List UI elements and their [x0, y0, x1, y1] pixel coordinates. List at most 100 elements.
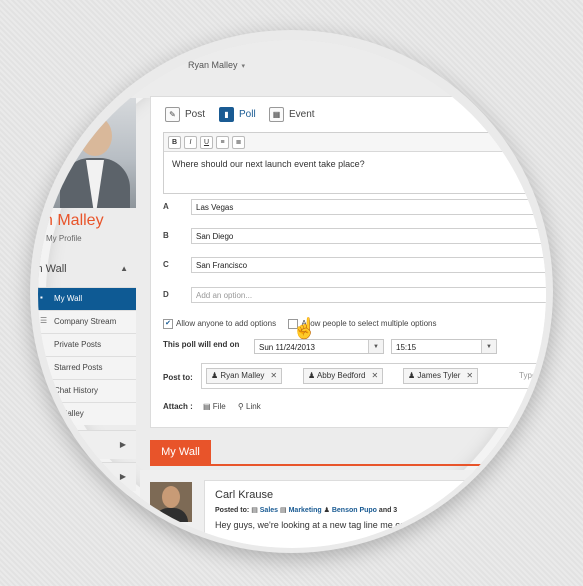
bullet-list-button[interactable]: ≡ [216, 136, 229, 149]
attach-link-label: Link [246, 402, 261, 411]
avatar[interactable] [150, 482, 192, 522]
remove-icon[interactable]: ✕ [466, 371, 473, 380]
more-targets[interactable]: and 3 [379, 507, 397, 514]
remove-icon[interactable]: ✕ [371, 371, 378, 380]
chevron-right-icon: ▶ [119, 472, 126, 481]
magnifier-lens: Ryan Malley▾ n Malley My Profile in Wall… [38, 40, 546, 548]
sidebar-collapsed-section[interactable]: ▶ [38, 462, 136, 491]
folder-icon: ▤ [251, 507, 258, 514]
poll-question-editor[interactable]: B I U ≡ ≣ Where should our next launch e… [163, 132, 546, 194]
sidebar-item-company-stream[interactable]: ☰ Company Stream [38, 310, 136, 333]
attach-file-button[interactable]: ▤ File [203, 402, 226, 411]
bar-chart-icon: ▮ [219, 107, 234, 122]
sidebar-nav: ▪ My Wall ☰ Company Stream Private Posts… [38, 287, 136, 425]
my-wall-tab[interactable]: My Wall [150, 440, 211, 464]
recipient-name: Ryan Malley [220, 371, 265, 380]
post-body: Hey guys, we're looking at a new tag lin… [215, 520, 456, 530]
recipient-chip: ♟ James Tyler ✕ [403, 368, 479, 384]
calendar-icon: ▦ [269, 107, 284, 122]
allow-multiple-label: Allow people to select multiple options [301, 319, 437, 329]
option-a-input[interactable]: Las Vegas [191, 199, 546, 215]
hand-cursor-icon: ☝ [292, 318, 317, 340]
option-d-input[interactable]: Add an option... [191, 287, 546, 303]
profile-name: n Malley [44, 212, 104, 229]
top-bar [38, 40, 546, 98]
sidebar-item-my-wall[interactable]: ▪ My Wall [38, 287, 136, 310]
recipient-name: James Tyler [417, 371, 461, 380]
sidebar-item-label: Private Posts [54, 340, 102, 349]
option-letter: C [163, 260, 169, 269]
folder-icon: ▤ [280, 507, 287, 514]
post-meta: Posted to: ▤ Sales ▤ Marketing ♟ Benson … [215, 506, 397, 514]
user-menu[interactable]: Ryan Malley ▾ [188, 60, 245, 70]
user-icon: ♟ [323, 507, 330, 514]
end-time-value: 15:15 [396, 343, 417, 352]
target-link[interactable]: Sales [260, 507, 278, 514]
wall-divider [150, 464, 546, 466]
attach-row: Attach : ▤ File ⚲ Link [163, 402, 271, 411]
sidebar-item-label: n Malley [54, 409, 84, 418]
posted-to-label: Posted to: [215, 507, 250, 514]
end-date-select[interactable]: Sun 11/24/2013 ▼ [254, 339, 384, 354]
sidebar-item-private-posts[interactable]: Private Posts [38, 333, 136, 356]
sidebar-item-label: My Wall [54, 294, 83, 303]
main-wall-section[interactable]: in Wall ▲ [38, 263, 134, 275]
avatar-body [154, 508, 188, 522]
sidebar-collapsed-section[interactable]: ▶ [38, 430, 136, 459]
end-date-label: This poll will end on [163, 340, 240, 349]
pencil-icon: ✎ [165, 107, 180, 122]
sidebar-item-chat-history[interactable]: Chat History [38, 379, 136, 402]
italic-button[interactable]: I [184, 136, 197, 149]
attach-label: Attach : [163, 402, 193, 411]
attach-link-button[interactable]: ⚲ Link [238, 402, 261, 411]
option-letter: B [163, 231, 169, 240]
underline-button[interactable]: U [200, 136, 213, 149]
editor-toolbar: B I U ≡ ≣ [164, 133, 546, 152]
end-time-select[interactable]: 15:15 ▼ [391, 339, 497, 354]
post-author[interactable]: Carl Krause [215, 489, 273, 501]
recipient-chip: ♟ Abby Bedford ✕ [303, 368, 384, 384]
checkmark-icon: ✔ [163, 319, 173, 329]
sidebar-item-starred-posts[interactable]: Starred Posts [38, 356, 136, 379]
photo-head [78, 116, 112, 156]
section-title: in Wall [38, 263, 67, 275]
attach-file-label: File [212, 402, 226, 411]
wall-icon: ▪ [40, 293, 43, 302]
chevron-down-icon: ▾ [241, 63, 246, 70]
sidebar-item-label: Company Stream [54, 317, 117, 326]
option-letter: D [163, 290, 169, 299]
allow-add-checkbox[interactable]: ✔ Allow anyone to add options [163, 319, 277, 329]
chevron-down-icon: ▼ [368, 340, 383, 353]
poll-question-text: Where should our next launch event take … [172, 159, 365, 169]
tab-label: Event [289, 109, 315, 121]
avatar-head [162, 486, 180, 508]
numbered-list-button[interactable]: ≣ [232, 136, 245, 149]
sidebar-item-label: Starred Posts [54, 363, 103, 372]
recipient-chip: ♟ Ryan Malley ✕ [206, 368, 283, 384]
tab-post[interactable]: ✎ Post [165, 107, 205, 122]
tab-poll[interactable]: ▮ Poll [219, 107, 256, 122]
my-profile-link[interactable]: My Profile [46, 234, 82, 243]
target-link[interactable]: Marketing [289, 507, 322, 514]
sidebar-item-profile[interactable]: n Malley [38, 402, 136, 425]
option-c-input[interactable]: San Francisco [191, 257, 546, 273]
recipient-placeholder: Type the name [519, 371, 546, 380]
stream-icon: ☰ [40, 316, 48, 325]
chevron-up-icon: ▲ [120, 264, 128, 273]
file-icon: ▤ [203, 402, 213, 411]
post-composer: ✎ Post ▮ Poll ▦ Event B I U ≡ ≣ Where shoul… [150, 96, 546, 428]
bold-button[interactable]: B [168, 136, 181, 149]
sidebar-item-label: Chat History [54, 386, 99, 395]
target-link[interactable]: Benson Pupo [332, 507, 377, 514]
end-date-value: Sun 11/24/2013 [259, 343, 315, 352]
allow-add-label: Allow anyone to add options [176, 319, 277, 329]
option-letter: A [163, 202, 169, 211]
post-to-label: Post to: [163, 373, 193, 382]
wall-post: Carl Krause Posted to: ▤ Sales ▤ Marketi… [204, 480, 546, 548]
tab-label: Poll [239, 109, 256, 121]
remove-icon[interactable]: ✕ [270, 371, 277, 380]
option-b-input[interactable]: San Diego [191, 228, 546, 244]
profile-photo[interactable] [40, 98, 136, 208]
post-to-field[interactable]: ♟ Ryan Malley ✕ ♟ Abby Bedford ✕ ♟ James T… [201, 363, 546, 389]
tab-event[interactable]: ▦ Event [269, 107, 315, 122]
